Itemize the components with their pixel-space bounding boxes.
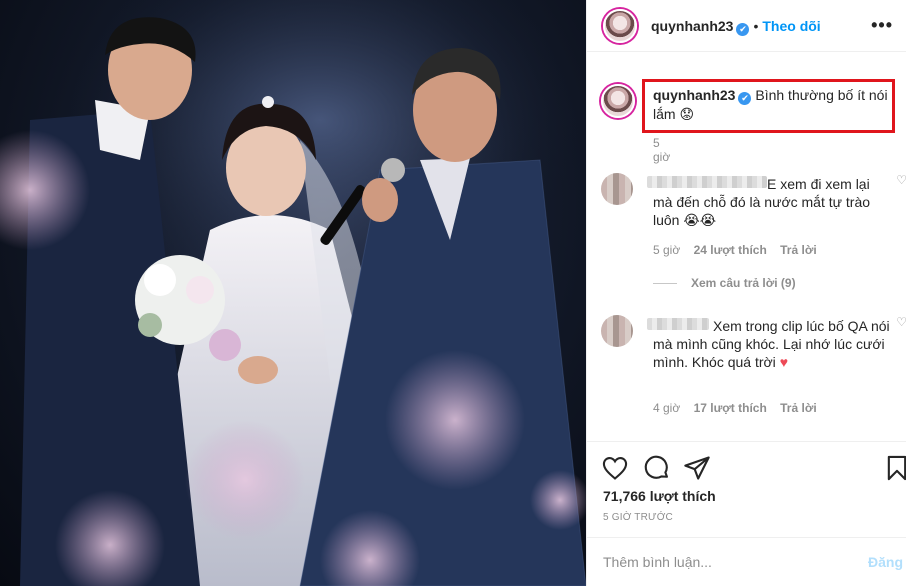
likes-count[interactable]: 71,766 lượt thích	[603, 488, 716, 504]
commenter-avatar-blurred[interactable]	[601, 173, 633, 205]
add-comment-input[interactable]	[603, 550, 833, 574]
follow-button[interactable]: Theo dõi	[762, 18, 820, 34]
caption-avatar[interactable]	[601, 84, 635, 118]
post-photo[interactable]	[0, 0, 586, 586]
comment-likes[interactable]: 24 lượt thích	[694, 243, 767, 257]
comments-scroll-area[interactable]: quynhanh23 ✔ Bình thường bố ít nói lắm 😟 …	[587, 53, 906, 441]
comment-bubble-icon[interactable]	[643, 454, 671, 482]
comment-time: 4 giờ	[653, 401, 681, 415]
author-username[interactable]: quynhanh23	[651, 18, 733, 34]
author-avatar[interactable]	[603, 9, 637, 43]
author-line: quynhanh23 ✔ • Theo dõi	[651, 18, 821, 36]
post-actions: 71,766 lượt thích 5 GIỜ TRƯỚC Đăng	[587, 441, 906, 586]
caption-time: 5 giờ	[653, 136, 671, 164]
highlight-box	[642, 79, 895, 133]
comment-item: Xem trong clip lúc bố QA nói mà mình cũn…	[601, 315, 906, 441]
like-heart-icon[interactable]	[601, 454, 629, 482]
post-header: quynhanh23 ✔ • Theo dõi •••	[587, 0, 906, 52]
reply-button[interactable]: Trả lời	[780, 243, 817, 257]
red-heart-icon: ♥	[779, 354, 788, 370]
comment-text-block: E xem đi xem lại mà đến chỗ đó là nước m…	[653, 175, 877, 229]
post-timestamp: 5 GIỜ TRƯỚC	[603, 512, 673, 523]
share-paper-plane-icon[interactable]	[683, 454, 711, 482]
comment-item: E xem đi xem lại mà đến chỗ đó là nước m…	[601, 173, 906, 313]
verified-icon: ✔	[736, 23, 750, 36]
more-options-icon[interactable]: •••	[871, 15, 893, 36]
commenter-avatar-blurred[interactable]	[601, 315, 633, 347]
comment-meta: 4 giờ 17 lượt thích Trả lời	[653, 401, 827, 415]
comment-text-block: Xem trong clip lúc bố QA nói mà mình cũn…	[653, 317, 893, 371]
replies-dash	[653, 283, 677, 285]
save-bookmark-icon[interactable]	[883, 454, 906, 482]
view-replies-label: Xem câu trả lời (9)	[691, 276, 796, 290]
comment-time: 5 giờ	[653, 243, 681, 257]
comment-meta: 5 giờ 24 lượt thích Trả lời	[653, 243, 827, 257]
add-comment-bar: Đăng	[587, 537, 906, 586]
reply-button[interactable]: Trả lời	[780, 401, 817, 415]
like-comment-heart-icon[interactable]: ♡	[896, 315, 906, 329]
crying-emoji-icon: 😭😭	[683, 212, 717, 228]
view-replies-button[interactable]: Xem câu trả lời (9)	[653, 276, 796, 290]
like-comment-heart-icon[interactable]: ♡	[896, 173, 906, 187]
post-side-panel: quynhanh23 ✔ • Theo dõi ••• quynhanh23 ✔ Bìn…	[586, 0, 906, 586]
wedding-photo-illustration	[0, 0, 586, 586]
post-comment-button[interactable]: Đăng	[868, 554, 903, 570]
comment-text: Xem trong clip lúc bố QA nói mà mình cũn…	[653, 318, 890, 370]
follow-separator: •	[753, 18, 759, 34]
comment-likes[interactable]: 17 lượt thích	[694, 401, 767, 415]
